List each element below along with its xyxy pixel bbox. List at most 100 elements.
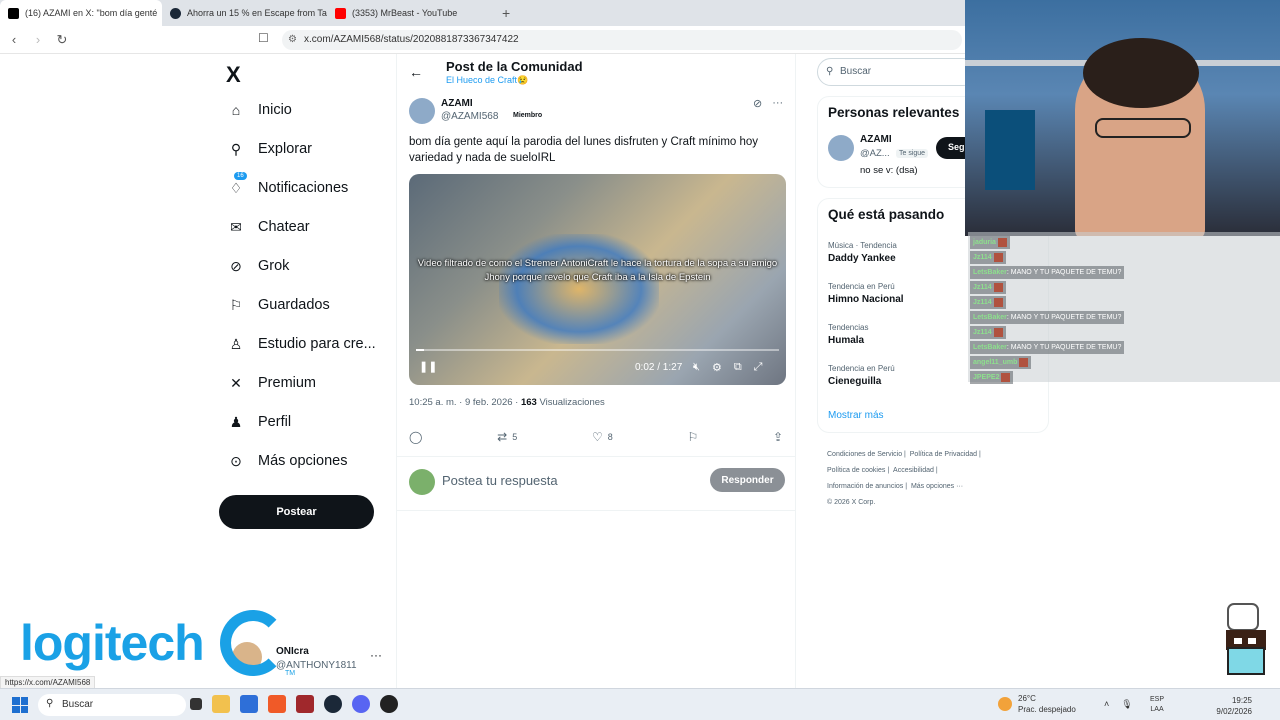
more-dots-icon[interactable]: ··· bbox=[772, 97, 783, 110]
brave-browser-icon[interactable] bbox=[268, 695, 286, 713]
back-arrow-icon[interactable]: ← bbox=[409, 64, 423, 80]
store-icon[interactable] bbox=[240, 695, 258, 713]
reload-icon[interactable]: ↻ bbox=[52, 32, 72, 48]
reply-input[interactable]: Postea tu respuesta bbox=[442, 473, 558, 488]
person-name[interactable]: AZAMI bbox=[860, 134, 892, 145]
trend-item[interactable]: Tendencias Humala bbox=[828, 323, 868, 346]
video-progress-bar[interactable] bbox=[416, 349, 779, 351]
bookmark-button[interactable]: ⚐ bbox=[687, 430, 698, 444]
author-name[interactable]: AZAMI bbox=[441, 98, 473, 109]
more-dots-icon[interactable]: ··· bbox=[370, 648, 382, 662]
chat-message: JPEPE2 bbox=[970, 371, 1014, 384]
browser-tab-active[interactable]: (16) AZAMI en X: "bom día genté ✕ bbox=[0, 0, 162, 26]
nav-item-explore[interactable]: ⚲ Explorar bbox=[228, 141, 312, 158]
search-input[interactable]: ⚲ Buscar bbox=[817, 58, 977, 86]
stream-chat-overlay: jaduria Jz114 LetsBaker: MANO Y TU PAQUETE… bbox=[968, 232, 1280, 384]
microphone-icon[interactable]: 🎙︎ bbox=[1121, 699, 1132, 710]
steam-icon[interactable] bbox=[324, 695, 342, 713]
chevron-up-icon[interactable]: ˄ bbox=[1104, 699, 1109, 710]
chat-text: : MANO Y TU PAQUETE DE TEMU? bbox=[1006, 314, 1122, 321]
reply-icon: ◯ bbox=[409, 430, 423, 444]
taskbar-apps bbox=[190, 695, 398, 713]
search-placeholder: Buscar bbox=[840, 66, 872, 77]
trend-item[interactable]: Tendencia en Perú Cieneguilla bbox=[828, 364, 895, 387]
weather-sun-icon bbox=[998, 697, 1012, 711]
chat-username: Jz114 bbox=[973, 329, 992, 336]
trend-item[interactable]: Música · Tendencia Daddy Yankee bbox=[828, 241, 897, 264]
fullscreen-icon[interactable]: ⤢ bbox=[754, 361, 763, 374]
nav-item-profile[interactable]: ♟ Perfil bbox=[228, 413, 291, 431]
footer-link[interactable]: Política de Privacidad bbox=[910, 451, 977, 458]
nav-item-grok[interactable]: ⊘ Grok bbox=[228, 257, 289, 275]
video-player[interactable]: Video filtrado de como el Stremer Antoni… bbox=[409, 174, 786, 385]
bookmark-page-icon[interactable]: ☐ bbox=[258, 31, 269, 45]
post-text: bom día gente aquí la parodia del lunes … bbox=[409, 136, 759, 164]
show-more-link[interactable]: Mostrar más bbox=[828, 410, 884, 421]
trend-name: Humala bbox=[828, 335, 865, 346]
mute-icon[interactable]: 🔇︎ bbox=[693, 361, 700, 374]
x-logo-icon[interactable]: X bbox=[226, 62, 241, 88]
back-icon[interactable]: ‹ bbox=[4, 32, 24, 47]
card-title: Personas relevantes bbox=[828, 105, 960, 120]
taskbar-search-input[interactable]: ⚲ Buscar bbox=[38, 694, 186, 716]
url-field[interactable]: ⚙ x.com/AZAMI568/status/2020881873367347… bbox=[282, 30, 962, 50]
share-button[interactable]: ⇪ bbox=[773, 430, 783, 444]
site-info-icon[interactable]: ⚙ bbox=[288, 30, 297, 50]
nav-item-premium[interactable]: ✕ Premium bbox=[228, 375, 316, 392]
tab-title: (3353) MrBeast - YouTube bbox=[352, 8, 458, 18]
footer-link[interactable]: Información de anuncios bbox=[827, 483, 903, 490]
member-badge: Miembro bbox=[513, 112, 543, 119]
clock-date: 9/02/2026 bbox=[1216, 707, 1252, 716]
reply-button[interactable]: ◯ bbox=[409, 430, 422, 444]
bookmark-icon: ⚐ bbox=[229, 296, 243, 313]
nav-item-bookmarks[interactable]: ⚐ Guardados bbox=[228, 296, 330, 314]
new-tab-button[interactable]: + bbox=[492, 0, 520, 26]
nav-item-notifications[interactable]: ♢ 16 Notificaciones bbox=[228, 172, 348, 196]
post-timestamp[interactable]: 10:25 a. m. · 9 feb. 2026 · bbox=[409, 397, 521, 408]
footer-link[interactable]: Condiciones de Servicio bbox=[827, 451, 902, 458]
grok-icon: ⊘ bbox=[230, 257, 242, 274]
pip-icon[interactable]: ⧉ bbox=[734, 361, 742, 374]
community-link[interactable]: El Hueco de Craft😢 bbox=[446, 75, 528, 86]
chat-username: jaduria bbox=[973, 239, 996, 246]
browser-tab[interactable]: (3353) MrBeast - YouTube bbox=[327, 0, 492, 26]
pause-icon[interactable]: ❚❚ bbox=[419, 360, 437, 373]
file-explorer-icon[interactable] bbox=[212, 695, 230, 713]
language-indicator[interactable]: ESP LAA bbox=[1150, 695, 1164, 715]
footer-link[interactable]: Accesibilidad bbox=[893, 467, 934, 474]
windows-start-icon[interactable] bbox=[12, 697, 28, 713]
repost-button[interactable]: ⇄ 5 bbox=[497, 430, 517, 444]
figure-box bbox=[985, 110, 1035, 190]
reply-submit-button[interactable]: Responder bbox=[710, 468, 785, 492]
person-icon: ♟ bbox=[229, 413, 243, 430]
trend-name: Daddy Yankee bbox=[828, 253, 896, 264]
nav-item-creator-studio[interactable]: ♙ Estudio para cre... bbox=[228, 336, 376, 353]
post-meta: 10:25 a. m. · 9 feb. 2026 · 163 Visualiz… bbox=[409, 397, 605, 408]
footer-link[interactable]: Política de cookies bbox=[827, 467, 885, 474]
person-handle: @AZ... bbox=[860, 148, 890, 159]
author-handle[interactable]: @AZAMI568 bbox=[441, 111, 498, 122]
author-avatar[interactable] bbox=[409, 98, 435, 124]
like-button[interactable]: ♡ 8 bbox=[592, 430, 613, 444]
nav-item-chat[interactable]: ✉ Chatear bbox=[228, 219, 309, 236]
browser-tab[interactable]: Ahorra un 15 % en Escape from Tarkov bbox=[162, 0, 327, 26]
movie-maker-icon[interactable] bbox=[296, 695, 314, 713]
task-view-icon[interactable] bbox=[190, 698, 202, 710]
post-button[interactable]: Postear bbox=[219, 495, 374, 529]
obs-icon[interactable] bbox=[380, 695, 398, 713]
footer-link[interactable]: Más opciones ··· bbox=[911, 483, 963, 490]
nav-item-home[interactable]: ⌂ Inicio bbox=[228, 102, 292, 118]
trend-item[interactable]: Tendencia en Perú Himno Nacional bbox=[828, 282, 904, 305]
taskbar-clock[interactable]: 19:25 9/02/2026 bbox=[1212, 695, 1252, 717]
discord-icon[interactable] bbox=[352, 695, 370, 713]
nav-label: Más opciones bbox=[258, 453, 348, 469]
forward-icon[interactable]: › bbox=[28, 32, 48, 47]
views-count: 163 bbox=[520, 397, 537, 408]
nav-label: Estudio para cre... bbox=[258, 336, 376, 352]
x-favicon-icon bbox=[8, 7, 19, 19]
settings-icon[interactable]: ⚙ bbox=[712, 361, 722, 374]
chat-username: JPEPE2 bbox=[973, 374, 1000, 381]
nav-item-more[interactable]: ⊙ Más opciones bbox=[228, 453, 348, 470]
avatar[interactable] bbox=[828, 135, 854, 161]
grok-icon[interactable]: ⊘ bbox=[753, 97, 762, 110]
